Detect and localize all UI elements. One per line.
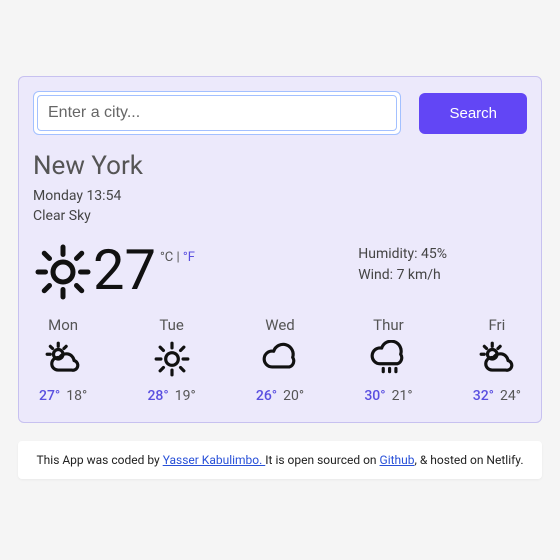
datetime-text: Monday 13:54 — [33, 187, 527, 207]
forecast-day-label: Fri — [473, 316, 521, 334]
forecast-day-label: Wed — [256, 316, 304, 334]
partly-cloudy-icon — [478, 340, 516, 378]
city-name: New York — [33, 151, 527, 181]
current-left: 27 °C | °F — [33, 242, 195, 302]
forecast-day-label: Tue — [147, 316, 195, 334]
wind-label: Wind: — [358, 267, 396, 283]
github-link[interactable]: Github — [380, 453, 415, 467]
unit-fahrenheit[interactable]: °F — [183, 250, 195, 265]
condition-text: Clear Sky — [33, 207, 527, 227]
search-input[interactable] — [37, 95, 397, 131]
author-link[interactable]: Yasser Kabulimbo. — [163, 453, 266, 467]
forecast-low: 21° — [392, 388, 413, 404]
footer-text-mid: It is open sourced on — [265, 453, 379, 467]
humidity-label: Humidity: — [358, 246, 421, 262]
forecast-day-label: Mon — [39, 316, 87, 334]
forecast-temps: 32° 24° — [473, 388, 521, 404]
current-row: 27 °C | °F Humidity: 45% Wind: 7 km/h — [33, 242, 527, 302]
footer: This App was coded by Yasser Kabulimbo. … — [18, 441, 542, 479]
forecast-high: 26° — [256, 388, 277, 404]
forecast-high: 30° — [364, 388, 385, 404]
forecast-day: Mon 27° 18° — [39, 316, 87, 404]
drizzle-icon — [369, 340, 407, 378]
forecast-day: Thur 30° 21° — [364, 316, 412, 404]
forecast-low: 20° — [283, 388, 304, 404]
weather-card: Search New York Monday 13:54 Clear Sky 2… — [18, 76, 542, 423]
sun-icon — [33, 242, 93, 302]
search-row: Search — [33, 91, 527, 135]
unit-separator: | — [173, 250, 183, 265]
forecast-temps: 26° 20° — [256, 388, 304, 404]
forecast-row: Mon 27° 18° Tue 28° 19° Wed 26° 20° Thur 30° 21° Fri… — [33, 316, 527, 404]
forecast-temps: 27° 18° — [39, 388, 87, 404]
sun-icon — [153, 340, 191, 378]
forecast-day-label: Thur — [364, 316, 412, 334]
cloud-icon — [261, 340, 299, 378]
forecast-temps: 30° 21° — [364, 388, 412, 404]
forecast-high: 32° — [473, 388, 494, 404]
unit-toggle: °C | °F — [160, 250, 195, 265]
wind-row: Wind: 7 km/h — [358, 265, 447, 286]
forecast-high: 28° — [147, 388, 168, 404]
current-details: Humidity: 45% Wind: 7 km/h — [318, 242, 527, 302]
humidity-row: Humidity: 45% — [358, 244, 447, 265]
forecast-low: 19° — [175, 388, 196, 404]
forecast-day: Wed 26° 20° — [256, 316, 304, 404]
unit-celsius[interactable]: °C — [160, 250, 173, 265]
current-temp: 27 — [93, 242, 156, 298]
partly-cloudy-icon — [44, 340, 82, 378]
humidity-value: 45% — [421, 246, 447, 262]
current-meta: Monday 13:54 Clear Sky — [33, 187, 527, 226]
search-button[interactable]: Search — [419, 93, 527, 134]
wind-value: 7 km/h — [397, 267, 441, 283]
forecast-temps: 28° 19° — [147, 388, 195, 404]
forecast-low: 18° — [66, 388, 87, 404]
search-input-wrap — [33, 91, 401, 135]
footer-text-pre: This App was coded by — [37, 453, 163, 467]
forecast-low: 24° — [500, 388, 521, 404]
forecast-day: Fri 32° 24° — [473, 316, 521, 404]
forecast-day: Tue 28° 19° — [147, 316, 195, 404]
forecast-high: 27° — [39, 388, 60, 404]
footer-text-post: , & hosted on Netlify. — [415, 453, 524, 467]
